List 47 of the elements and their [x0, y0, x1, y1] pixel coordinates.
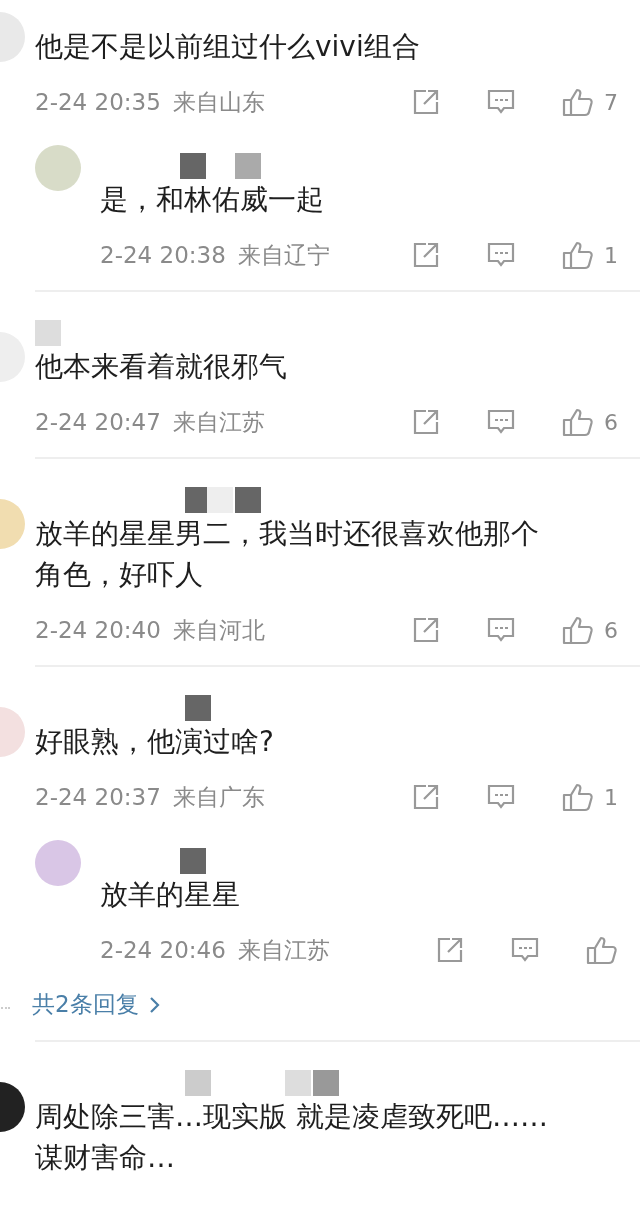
like-count: 6: [604, 617, 618, 643]
more-replies-link[interactable]: 共2条回复: [32, 989, 161, 1020]
comment-time: 2-24 20:46: [100, 937, 226, 963]
share-icon[interactable]: [412, 88, 440, 116]
comment-location: 来自河北: [172, 615, 265, 645]
like-count: 6: [604, 409, 618, 435]
comment-location: 来自江苏: [237, 935, 330, 965]
comment-location: 来自辽宁: [237, 240, 330, 270]
comment-time: 2-24 20:35: [35, 89, 161, 115]
blurred-username-drawing: [185, 695, 211, 721]
comment-text: 他是不是以前组过什么vivi组合: [35, 29, 421, 65]
comment-time: 2-24 20:38: [100, 242, 226, 268]
thumbs-up-icon[interactable]: [562, 87, 594, 117]
thumbs-up-icon[interactable]: [562, 240, 594, 270]
share-icon[interactable]: [436, 936, 464, 964]
comment-location: 来自山东: [172, 87, 265, 117]
blurred-username-drawing: [35, 320, 61, 346]
comment-location: 来自广东: [172, 782, 265, 812]
comment-location: 来自江苏: [172, 407, 265, 437]
comment-icon[interactable]: [486, 616, 516, 644]
thumbs-up-icon[interactable]: [562, 615, 594, 645]
share-icon[interactable]: [412, 241, 440, 269]
thumbs-up-icon[interactable]: [562, 407, 594, 437]
comment-text: 放羊的星星: [100, 877, 241, 913]
share-icon[interactable]: [412, 616, 440, 644]
comment-text: 放羊的星星男二，我当时还很喜欢他那个角色，好吓人: [35, 516, 540, 593]
comment-icon[interactable]: [486, 408, 516, 436]
comment-time: 2-24 20:40: [35, 617, 161, 643]
comment-text: 周处除三害…现实版 就是凌虐致死吧……谋财害命…: [35, 1099, 549, 1176]
comment-icon[interactable]: [486, 241, 516, 269]
chevron-right-icon: [148, 995, 161, 1014]
like-count: 1: [604, 242, 618, 268]
comment-icon[interactable]: [486, 88, 516, 116]
like-count: 1: [604, 784, 618, 810]
like-count: 7: [604, 89, 618, 115]
share-icon[interactable]: [412, 783, 440, 811]
thumbs-up-icon[interactable]: [562, 782, 594, 812]
comment-icon[interactable]: [510, 936, 540, 964]
share-icon[interactable]: [412, 408, 440, 436]
comment-time: 2-24 20:47: [35, 409, 161, 435]
blurred-username-drawing: [180, 848, 206, 874]
comment-text: 是，和林佑威一起: [100, 182, 325, 218]
comment-text: 他本来看着就很邪气: [35, 349, 288, 385]
comment-time: 2-24 20:37: [35, 784, 161, 810]
comment-text: 好眼熟，他演过啥?: [35, 724, 275, 760]
thumbs-up-icon[interactable]: [586, 935, 618, 965]
comment-icon[interactable]: [486, 783, 516, 811]
